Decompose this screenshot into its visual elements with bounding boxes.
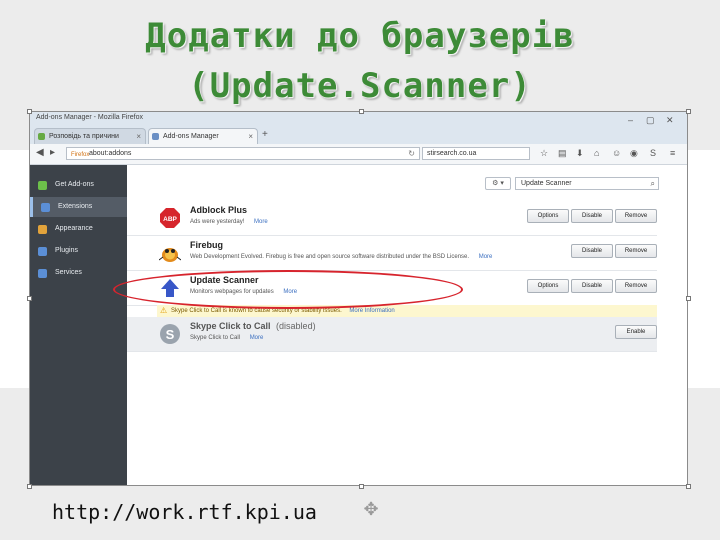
addon-more-link[interactable]: More [479, 254, 493, 260]
disable-button[interactable]: Disable [571, 209, 613, 223]
selection-handle[interactable] [27, 484, 32, 489]
addon-description: Web Development Evolved. Firebug is free… [190, 254, 492, 260]
update-scanner-highlight-ellipse [113, 270, 463, 309]
disable-button[interactable]: Disable [571, 244, 613, 258]
menu-icon[interactable]: ≡ [670, 148, 675, 158]
tab-page[interactable]: Розповідь та причини редагув... × [34, 128, 146, 156]
addon-more-link[interactable]: More [250, 335, 264, 341]
adblock-plus-icon: ABP [160, 208, 180, 228]
addons-search-input[interactable]: Update Scanner ⌕ [515, 177, 659, 190]
star-icon[interactable]: ☆ [540, 148, 548, 159]
navigation-bar: ◀ ▸ Firefox about:addons ↻ stirsearch.co… [30, 144, 687, 165]
options-button[interactable]: Options [527, 279, 569, 293]
selection-handle[interactable] [686, 296, 691, 301]
downloads-icon[interactable]: ⬇ [576, 148, 584, 159]
sidebar-item-label: Appearance [55, 225, 93, 232]
url-bar[interactable]: Firefox about:addons ↻ [66, 147, 420, 160]
identity-label: Firefox [71, 152, 90, 158]
addon-row-skype-click-to-call[interactable]: S Skype Click to Call (disabled) Skype C… [127, 317, 657, 352]
sidebar-item-get-addons[interactable]: Get Add-ons [30, 175, 127, 195]
forward-icon[interactable]: ▸ [50, 147, 55, 158]
browser-search-input[interactable]: stirsearch.co.ua [422, 147, 530, 160]
footer-url: http://work.rtf.kpi.ua [52, 500, 317, 524]
addon-row-adblock-plus[interactable]: ABP Adblock Plus Ads were yesterday! Mor… [127, 201, 657, 236]
svg-text:S: S [166, 327, 175, 342]
sidebar-item-label: Get Add-ons [55, 181, 94, 188]
tab-label: Add-ons Manager [163, 133, 219, 140]
svg-text:ABP: ABP [163, 216, 177, 223]
s-icon[interactable]: S [650, 148, 656, 158]
sidebar-item-label: Extensions [58, 203, 93, 210]
addon-more-link[interactable]: More [254, 219, 268, 225]
page-favicon-icon [38, 133, 45, 140]
addons-sidebar: Get Add-ons Extensions Appearance Plugin… [30, 165, 127, 485]
maximize-icon[interactable]: ▢ [646, 115, 655, 126]
addon-description: Skype Click to Call More [190, 335, 263, 341]
disable-button[interactable]: Disable [571, 279, 613, 293]
selection-handle[interactable] [359, 109, 364, 114]
reload-icon[interactable]: ↻ [408, 148, 415, 160]
addon-name-text: Skype Click to Call [190, 321, 271, 331]
sidebar-item-label: Services [55, 269, 82, 276]
sidebar-item-label: Plugins [55, 247, 78, 254]
addons-favicon-icon [152, 133, 159, 140]
addons-list-pane: ⚙ ▾ Update Scanner ⌕ ABP Adblock Plus Ad… [127, 165, 687, 485]
search-icon[interactable]: ⌕ [651, 178, 655, 190]
sidebar-item-services[interactable]: Services [30, 263, 127, 283]
selection-handle[interactable] [686, 109, 691, 114]
tab-bar: Add-ons Manager - Mozilla Firefox – ▢ ✕ … [30, 112, 687, 156]
url-text: about:addons [89, 150, 132, 157]
addon-row-firebug[interactable]: Firebug Web Development Evolved. Firebug… [127, 236, 657, 271]
appearance-icon [38, 225, 47, 234]
addon-name: Adblock Plus [190, 205, 248, 215]
move-cursor-icon: ✥ [363, 499, 379, 519]
addon-description-text: Web Development Evolved. Firebug is free… [190, 254, 470, 260]
more-information-link[interactable]: More Information [349, 308, 394, 314]
chat-icon[interactable]: ☺ [612, 148, 621, 158]
services-icon [38, 269, 47, 278]
back-icon[interactable]: ◀ [36, 147, 44, 158]
get-addons-icon [38, 181, 47, 190]
addon-description-text: Ads were yesterday! [190, 219, 245, 225]
skype-icon: S [160, 324, 180, 344]
addons-search-text: Update Scanner [521, 180, 572, 187]
selection-handle[interactable] [27, 109, 32, 114]
reader-icon[interactable]: ▤ [558, 148, 567, 159]
selection-handle[interactable] [686, 484, 691, 489]
firebug-icon [159, 248, 181, 262]
slide-subtitle: (Update.Scanner) [188, 66, 532, 106]
slide-title: Додатки до браузерів [145, 16, 575, 56]
window-title: Add-ons Manager - Mozilla Firefox [36, 114, 143, 121]
tab-close-icon[interactable]: × [136, 129, 141, 145]
plugin-icon [38, 247, 47, 256]
sidebar-item-appearance[interactable]: Appearance [30, 219, 127, 239]
puzzle-icon [41, 203, 50, 212]
new-tab-icon[interactable]: + [262, 129, 268, 140]
tab-close-icon[interactable]: × [248, 129, 253, 145]
disabled-label: (disabled) [276, 321, 316, 331]
sidebar-item-extensions[interactable]: Extensions [30, 197, 127, 217]
remove-button[interactable]: Remove [615, 279, 657, 293]
addon-toolbar-icon[interactable]: ◉ [630, 148, 638, 159]
sidebar-item-plugins[interactable]: Plugins [30, 241, 127, 261]
tab-addons-manager[interactable]: Add-ons Manager × [148, 128, 258, 144]
addon-description-text: Skype Click to Call [190, 335, 241, 341]
tools-menu-button[interactable]: ⚙ ▾ [485, 177, 511, 190]
options-button[interactable]: Options [527, 209, 569, 223]
selection-handle[interactable] [359, 484, 364, 489]
remove-button[interactable]: Remove [615, 244, 657, 258]
addon-name: Skype Click to Call (disabled) [190, 321, 316, 331]
warning-icon: ⚠ [160, 306, 168, 315]
home-icon[interactable]: ⌂ [594, 148, 599, 158]
close-icon[interactable]: ✕ [666, 115, 674, 126]
addon-name: Firebug [190, 240, 223, 250]
minimize-icon[interactable]: – [628, 115, 633, 125]
warning-text: Skype Click to Call is known to cause se… [171, 308, 342, 314]
browser-search-text: stirsearch.co.ua [427, 150, 477, 157]
remove-button[interactable]: Remove [615, 209, 657, 223]
addon-description: Ads were yesterday! More [190, 219, 268, 225]
selection-handle[interactable] [27, 296, 32, 301]
enable-button[interactable]: Enable [615, 325, 657, 339]
